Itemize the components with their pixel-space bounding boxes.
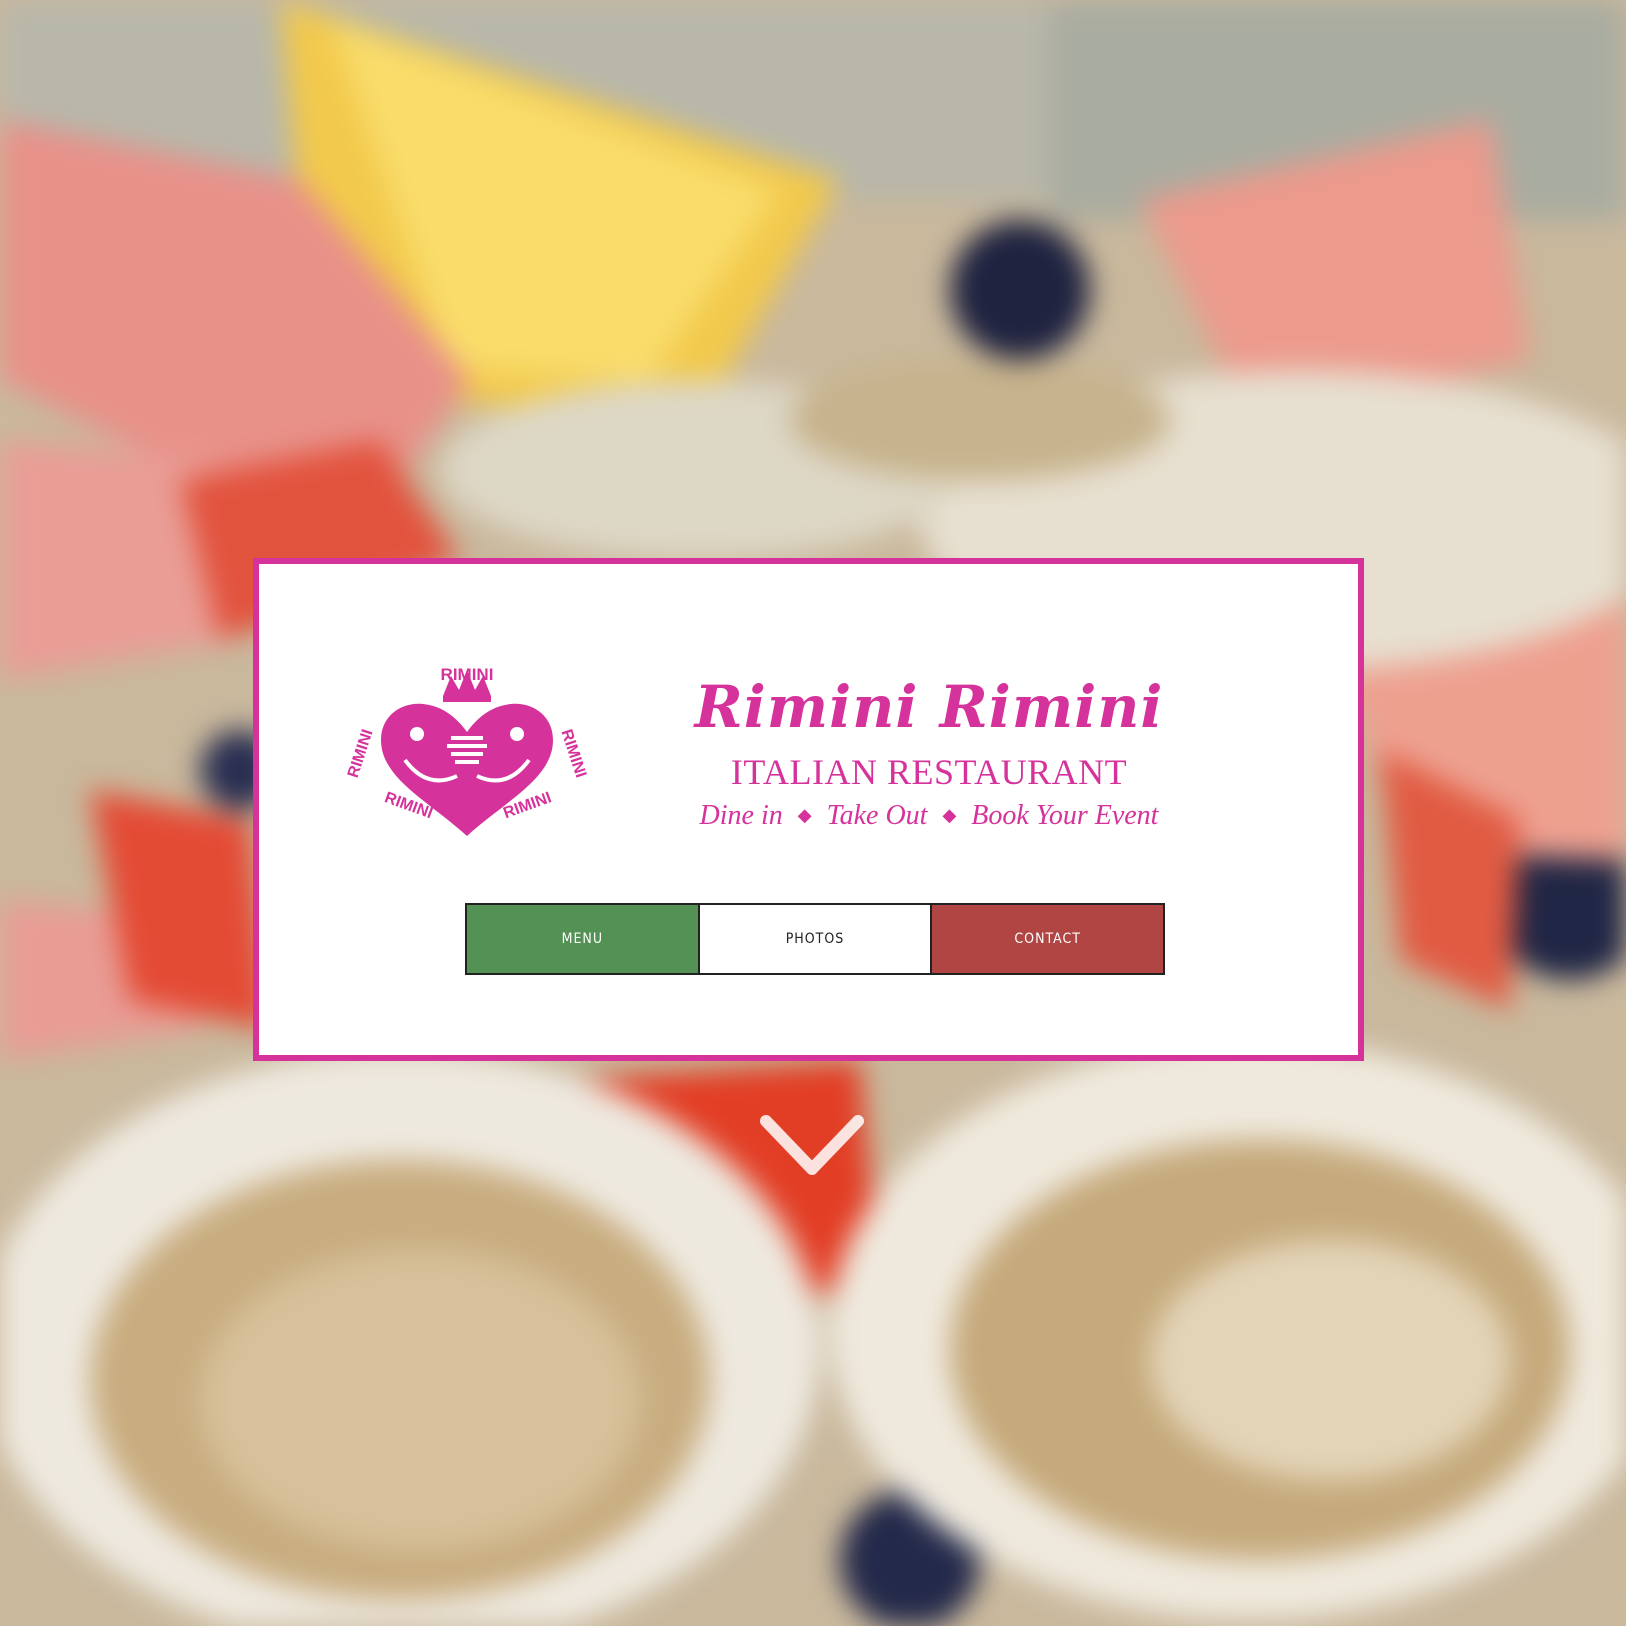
tagline-separator: ◆ — [797, 805, 812, 825]
rimini-logo: RIMINI RIMINI RIMINI RIMINI RIMINI — [345, 660, 589, 840]
brand-subtitle: ITALIAN RESTAURANT — [730, 752, 1128, 792]
hero-card: RIMINI RIMINI RIMINI RIMINI RIMINI — [253, 558, 1364, 1061]
tagline-book-event: Book Your Event — [971, 800, 1159, 831]
main-nav: MENU PHOTOS CONTACT — [465, 903, 1165, 975]
brand-block: Rimini Rimini ITALIAN RESTAURANT Dine in… — [679, 674, 1179, 834]
brand-tagline: Dine in ◆ Take Out ◆ Book Your Event — [679, 800, 1179, 834]
tagline-dine-in: Dine in — [699, 800, 783, 831]
svg-text:RIMINI: RIMINI — [347, 727, 376, 780]
brand-title: Rimini Rimini — [694, 673, 1164, 741]
tagline-separator: ◆ — [942, 805, 957, 825]
chevron-down-icon[interactable] — [760, 1115, 864, 1179]
tagline-take-out: Take Out — [826, 800, 928, 831]
contact-button[interactable]: CONTACT — [932, 905, 1164, 973]
menu-button[interactable]: MENU — [467, 905, 698, 973]
svg-text:RIMINI: RIMINI — [558, 727, 587, 780]
photos-button[interactable]: PHOTOS — [697, 905, 933, 973]
